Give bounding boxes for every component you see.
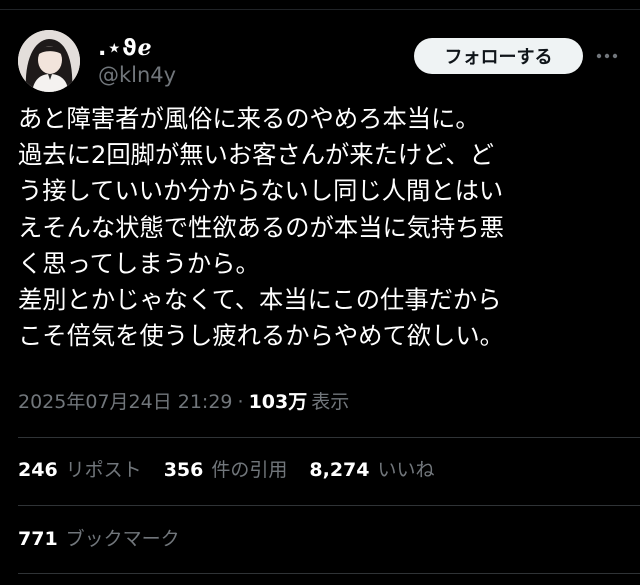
follow-button[interactable]: フォローする (414, 38, 583, 74)
tweet-text-line: く思ってしまうから。 (18, 248, 260, 278)
divider (18, 437, 640, 438)
tweet-text-line: えそんな状態で性欲あるのが本当に気持ち悪 (18, 212, 504, 242)
tweet-timestamp[interactable]: 2025年07月24日 21:29 (18, 387, 233, 414)
reposts-label: リポスト (65, 459, 142, 481)
divider (18, 505, 640, 506)
quotes-label: 件の引用 (211, 459, 288, 481)
tweet-meta: 2025年07月24日 21:29 · 103万 表示 (18, 387, 349, 414)
tweet-text-line: う接していいか分からないし同じ人間とはい (18, 176, 504, 206)
tweet-text-line: 差別とかじゃなくて、本当にこの仕事だから (18, 285, 502, 315)
divider (18, 573, 640, 574)
avatar-image (18, 30, 80, 92)
bookmarks-count: 771 (18, 528, 58, 550)
top-divider (0, 0, 640, 10)
likes-stat[interactable]: 8,274 いいね (309, 455, 434, 482)
engagement-stats: 246 リポスト 356 件の引用 8,274 いいね (18, 455, 457, 482)
likes-label: いいね (377, 459, 435, 481)
author-handle[interactable]: @kln4y (98, 63, 176, 87)
tweet-text-line: あと障害者が風俗に来るのやめろ本当に。 (18, 104, 480, 133)
reposts-count: 246 (18, 459, 58, 481)
avatar[interactable] (18, 30, 80, 92)
more-horizontal-icon (596, 53, 618, 59)
tweet-text: あと障害者が風俗に来るのやめろ本当に。 過去に2回脚が無いお客さんが来たけど、ど… (18, 101, 628, 354)
views-label: 表示 (311, 391, 350, 413)
tweet-text-line: こそ倍気を使うし疲れるからやめて欲しい。 (18, 321, 504, 351)
reposts-stat[interactable]: 246 リポスト (18, 455, 142, 482)
quotes-count: 356 (163, 459, 204, 481)
meta-separator: · (237, 391, 244, 413)
bookmarks-stat[interactable]: 771 ブックマーク (18, 524, 202, 551)
bookmarks-label: ブックマーク (65, 528, 180, 550)
tweet-text-line: 過去に2回脚が無いお客さんが来たけど、ど (18, 140, 494, 170)
more-options-button[interactable] (592, 42, 622, 70)
author-display-name[interactable]: .⋆ϑℯ (98, 36, 153, 61)
quotes-stat[interactable]: 356 件の引用 (164, 455, 288, 482)
views-count: 103万 (248, 391, 308, 413)
likes-count: 8,274 (309, 459, 370, 481)
